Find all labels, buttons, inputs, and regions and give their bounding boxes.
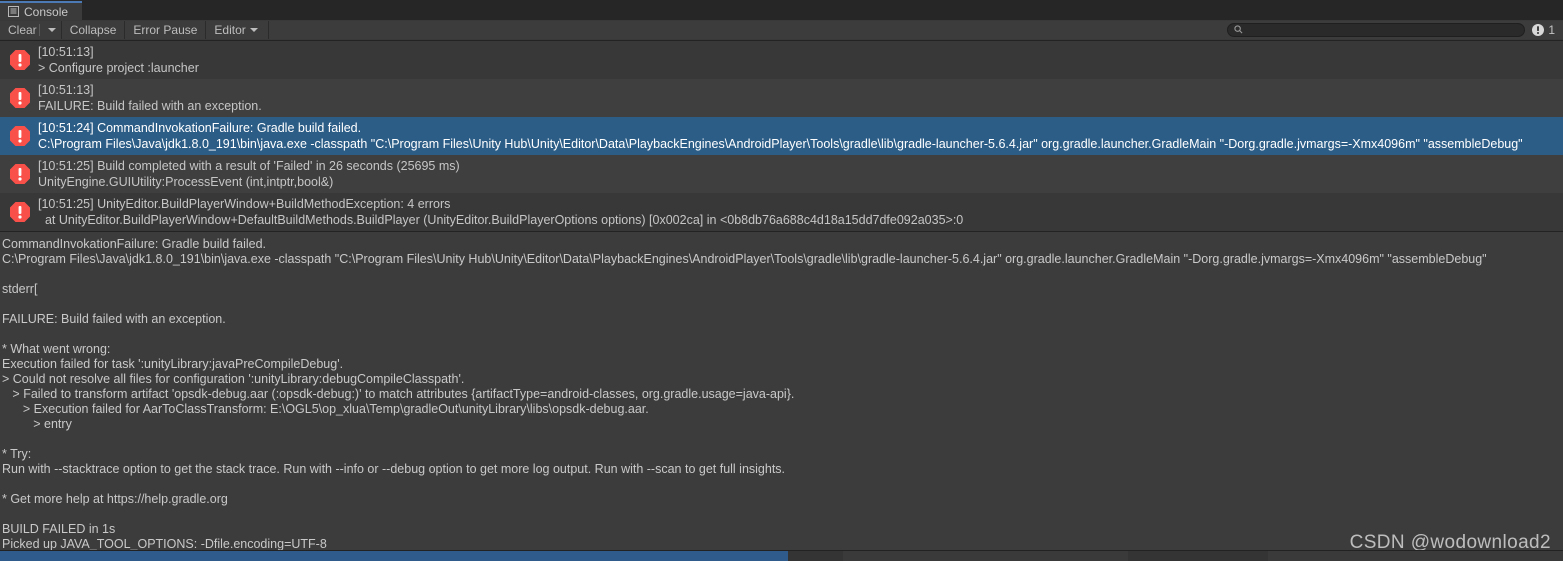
console-log-list[interactable]: [10:51:13] > Configure project :launcher[… [0,41,1563,232]
error-circle-icon [1531,23,1545,37]
detail-pane-line: C:\Program Files\Java\jdk1.8.0_191\bin\j… [2,252,1487,266]
log-entry-text: [10:51:24] CommandInvokationFailure: Gra… [38,117,1563,152]
log-entry-row[interactable]: [10:51:25] UnityEditor.BuildPlayerWindow… [0,193,1563,231]
detail-pane-line: FAILURE: Build failed with an exception. [2,312,226,326]
detail-pane-line: * Try: [2,447,32,461]
error-octagon-icon [8,41,38,72]
log-entry-line-1: [10:51:24] CommandInvokationFailure: Gra… [38,121,362,135]
scrollbar-track-segment[interactable] [843,551,1128,561]
detail-pane-line: stderr[ [2,282,38,296]
chevron-down-icon[interactable] [47,28,56,32]
detail-pane-line [2,297,1563,312]
detail-pane-line: > Failed to transform artifact 'opsdk-de… [2,387,795,401]
error-octagon-icon [8,193,38,224]
log-entry-text: [10:51:13] > Configure project :launcher [38,41,1563,76]
console-toolbar: Clear Collapse Error Pause Editor 1 [0,20,1563,41]
error-octagon-icon [8,79,38,110]
search-container [1227,21,1532,39]
log-entry-text: [10:51:13] FAILURE: Build failed with an … [38,79,1563,114]
log-entry-line-1: [10:51:25] UnityEditor.BuildPlayerWindow… [38,197,451,211]
clear-button[interactable]: Clear [0,21,62,39]
error-octagon-icon [8,155,38,186]
log-entry-row[interactable]: [10:51:25] Build completed with a result… [0,155,1563,193]
error-pause-button-label: Error Pause [133,23,198,37]
clear-button-divider [38,24,40,36]
clear-button-label: Clear [8,23,37,37]
detail-pane-line [2,507,1563,522]
detail-pane-line [2,327,1563,342]
search-input[interactable] [1243,24,1519,36]
log-entry-line-1: [10:51:13] [38,83,94,97]
log-entry-text: [10:51:25] UnityEditor.BuildPlayerWindow… [38,193,1563,228]
editor-dropdown-label: Editor [214,23,246,37]
detail-pane-line: BUILD FAILED in 1s [2,522,116,536]
search-box[interactable] [1227,21,1526,39]
detail-pane-line: * Get more help at https://help.gradle.o… [2,492,228,506]
detail-pane-line: > Could not resolve all files for config… [2,372,465,386]
detail-pane-line: CommandInvokationFailure: Gradle build f… [2,237,267,251]
scrollbar-track-segment[interactable] [1128,551,1268,561]
editor-dropdown-button[interactable]: Editor [206,21,269,39]
detail-pane-line: > Execution failed for AarToClassTransfo… [2,402,649,416]
collapse-button[interactable]: Collapse [61,21,126,39]
tab-console[interactable]: Console [0,1,83,20]
detail-pane-line [2,267,1563,282]
detail-pane-line [2,477,1563,492]
detail-pane-line: Execution failed for task ':unityLibrary… [2,357,344,371]
horizontal-scrollbar-thumb[interactable] [0,551,788,561]
detail-pane-line: Run with --stacktrace option to get the … [2,462,786,476]
scrollbar-track-segment[interactable] [788,551,843,561]
log-entry-text: [10:51:25] Build completed with a result… [38,155,1563,190]
collapse-button-label: Collapse [69,23,117,37]
error-count-badge[interactable]: 1 [1531,21,1563,39]
log-entry-row[interactable]: [10:51:13] FAILURE: Build failed with an … [0,79,1563,117]
search-icon [1234,21,1243,39]
log-entry-row[interactable]: [10:51:13] > Configure project :launcher [0,41,1563,79]
log-entry-line-2: C:\Program Files\Java\jdk1.8.0_191\bin\j… [38,137,1523,151]
detail-pane-line: * What went wrong: [2,342,111,356]
tab-bar: Console [0,0,1563,20]
log-entry-line-2: > Configure project :launcher [38,61,199,75]
detail-pane-line [2,432,1563,447]
error-pause-button[interactable]: Error Pause [125,21,207,39]
log-entry-line-1: [10:51:13] [38,45,94,59]
log-entry-line-2: FAILURE: Build failed with an exception. [38,99,262,113]
detail-pane-line: > entry [2,417,72,431]
log-entry-row[interactable]: [10:51:24] CommandInvokationFailure: Gra… [0,117,1563,155]
console-detail-pane[interactable]: CommandInvokationFailure: Gradle build f… [0,232,1563,561]
toolbar-spacer [268,21,1228,39]
horizontal-scrollbar[interactable] [0,550,1563,561]
scrollbar-track-segment[interactable] [1268,551,1563,561]
unity-console-window: Console Clear Collapse Error Pause Edito… [0,0,1563,561]
log-entry-line-2: UnityEngine.GUIUtility:ProcessEvent (int… [38,175,334,189]
error-count-value: 1 [1548,23,1555,37]
console-list-icon [8,6,19,17]
chevron-down-icon [249,28,258,32]
log-entry-line-1: [10:51:25] Build completed with a result… [38,159,460,173]
log-entry-line-2: at UnityEditor.BuildPlayerWindow+Default… [38,213,964,227]
error-octagon-icon [8,117,38,148]
tab-console-label: Console [24,4,69,19]
